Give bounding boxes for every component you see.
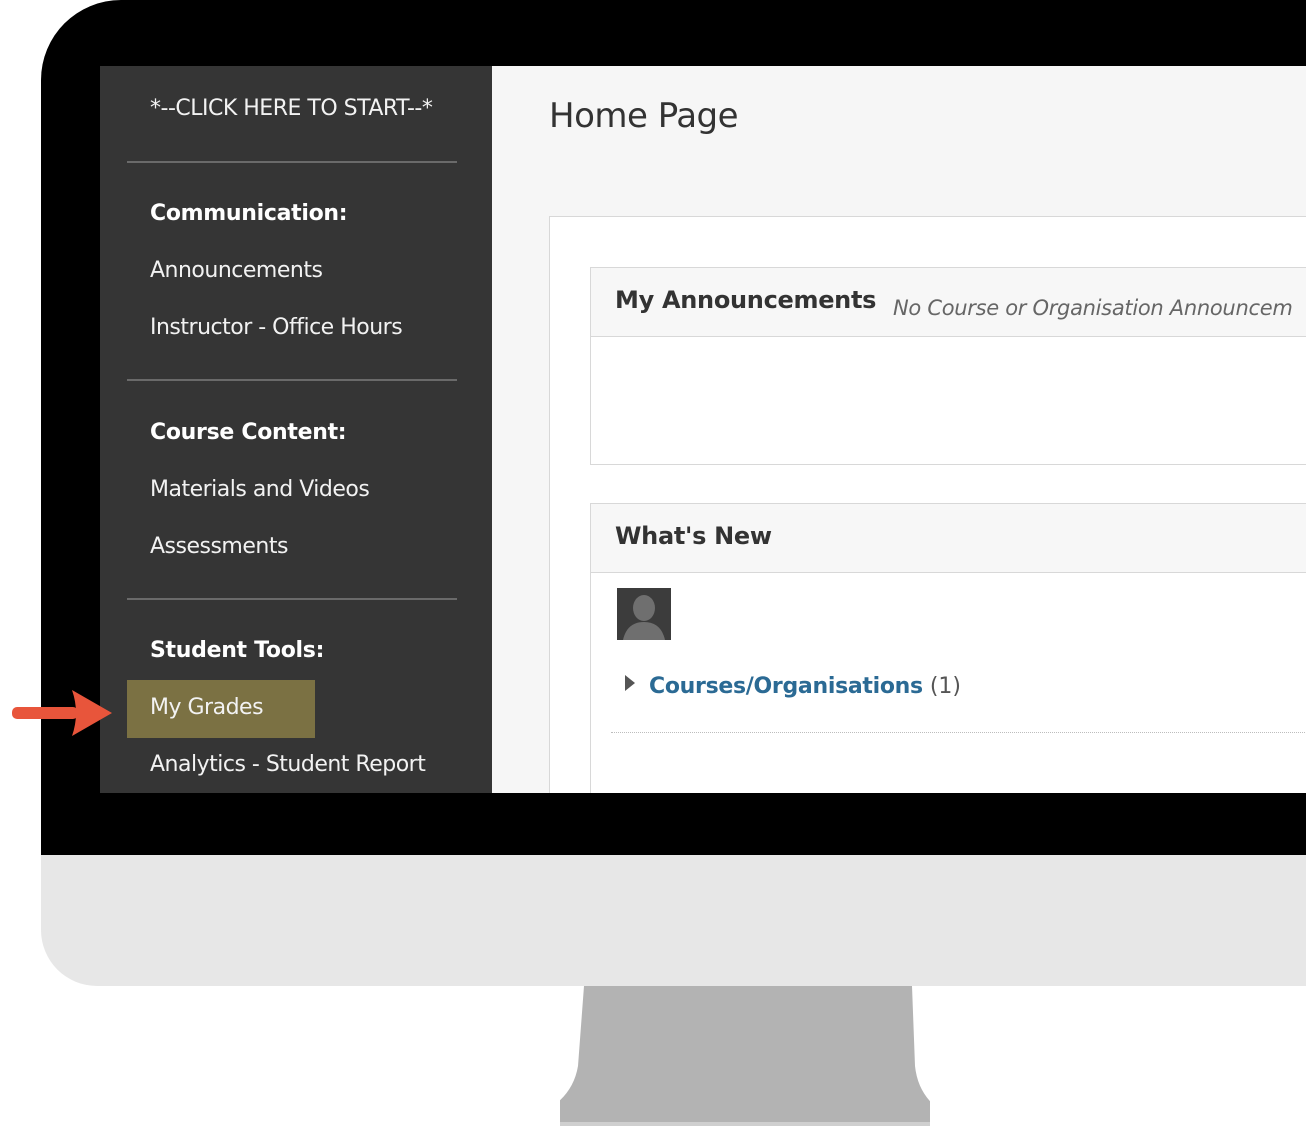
modules-container: My Announcements No Course or Organisati…	[549, 216, 1306, 793]
screen: *--CLICK HERE TO START--* Communication:…	[100, 66, 1306, 793]
page-title: Home Page	[549, 96, 739, 136]
module-title-announcements: My Announcements	[615, 286, 877, 314]
sidebar-divider	[127, 598, 457, 600]
sidebar-item-analytics[interactable]: Analytics - Student Report	[150, 752, 426, 777]
course-menu-sidebar: *--CLICK HERE TO START--* Communication:…	[100, 66, 492, 793]
courses-organisations-link[interactable]: Courses/Organisations	[649, 674, 923, 699]
whats-new-module: What's New Courses/Organisations (1)	[590, 503, 1306, 793]
sidebar-item-materials-videos[interactable]: Materials and Videos	[150, 477, 370, 502]
sidebar-heading-student-tools: Student Tools:	[150, 638, 325, 663]
sidebar-item-announcements[interactable]: Announcements	[150, 258, 323, 283]
divider-dotted	[611, 732, 1306, 733]
start-link[interactable]: *--CLICK HERE TO START--*	[150, 96, 433, 121]
monitor-chin	[41, 855, 1306, 986]
main-content: Home Page My Announcements No Course or …	[492, 66, 1306, 793]
monitor-stand	[560, 986, 930, 1126]
module-title-whats-new: What's New	[615, 522, 772, 550]
sidebar-divider	[127, 161, 457, 163]
courses-count: (1)	[929, 674, 962, 699]
sidebar-item-office-hours[interactable]: Instructor - Office Hours	[150, 315, 403, 340]
sidebar-divider	[127, 379, 457, 381]
sidebar-item-assessments[interactable]: Assessments	[150, 534, 288, 559]
no-announcements-message: No Course or Organisation Announcem	[893, 296, 1293, 320]
arrow-right-icon	[12, 690, 112, 736]
sidebar-item-my-grades[interactable]: My Grades	[150, 695, 264, 720]
sidebar-heading-course-content: Course Content:	[150, 420, 347, 445]
caret-right-icon[interactable]	[625, 675, 635, 691]
sidebar-heading-communication: Communication:	[150, 201, 348, 226]
avatar-icon	[617, 588, 671, 640]
my-announcements-module: My Announcements No Course or Organisati…	[590, 267, 1306, 465]
courses-row: Courses/Organisations (1)	[625, 674, 961, 699]
module-header: What's New	[591, 504, 1306, 573]
